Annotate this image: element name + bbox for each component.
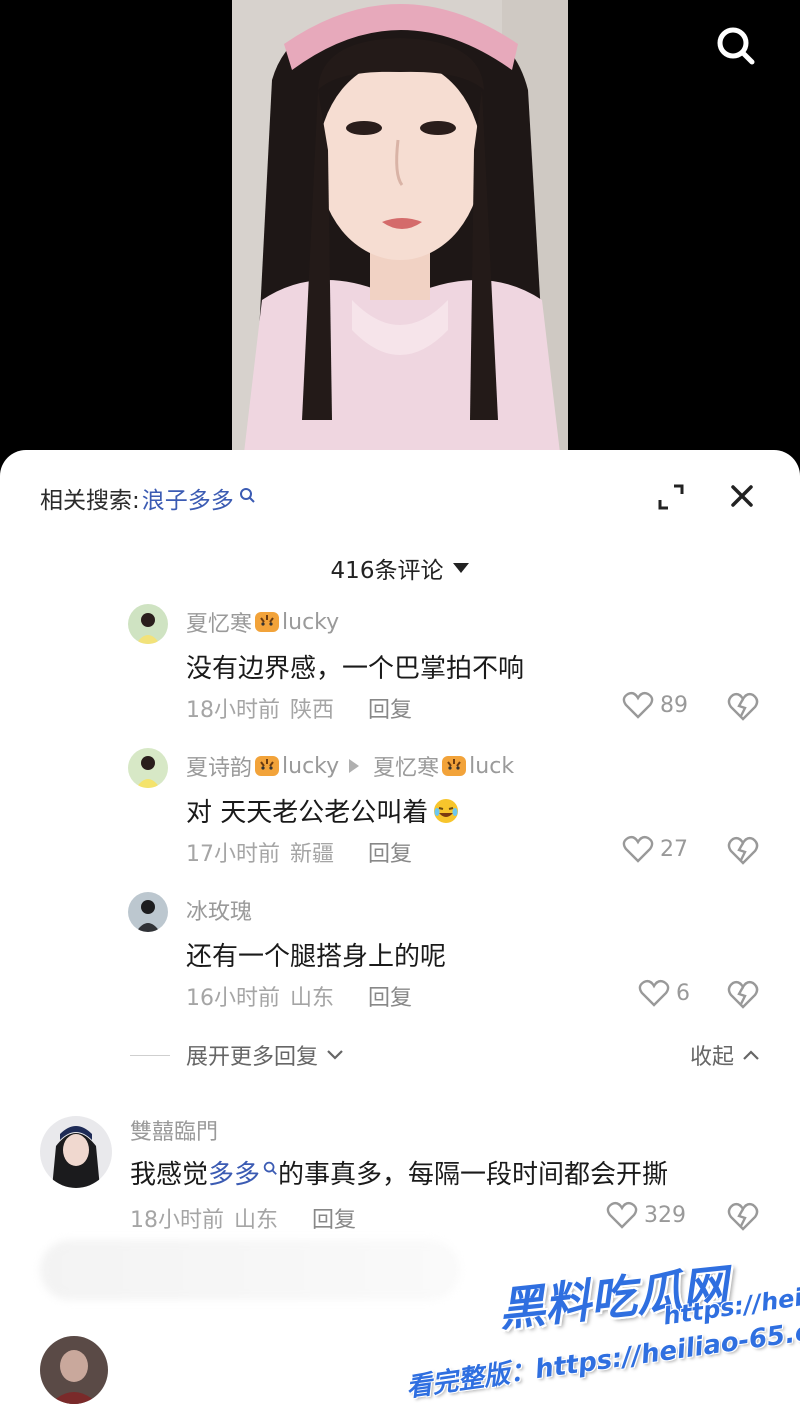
reply-username[interactable]: 冰玫瑰 <box>186 894 252 926</box>
like-button[interactable]: 329 <box>606 1200 686 1230</box>
reply-time: 18小时前 <box>186 698 280 723</box>
comment-username[interactable]: 雙囍臨門 <box>130 1114 218 1146</box>
comment-keyword-link[interactable]: 多多 <box>208 1154 278 1191</box>
dislike-button[interactable] <box>726 834 760 866</box>
reply-username[interactable]: 夏忆寒 lucky <box>186 606 339 638</box>
reply-button[interactable]: 回复 <box>368 692 412 724</box>
chevron-up-icon <box>743 1050 759 1060</box>
reply-button[interactable]: 回复 <box>312 1202 356 1234</box>
comment-sheet: 相关搜索: 浪子多多 416条评论 夏忆寒 lucky 没有边界感，一个巴掌拍不… <box>0 450 800 1426</box>
heart-icon <box>606 1201 638 1229</box>
like-button[interactable]: 27 <box>622 834 688 864</box>
reply-button[interactable]: 回复 <box>368 836 412 868</box>
reply-time: 17小时前 <box>186 842 280 867</box>
video-player[interactable] <box>0 0 800 470</box>
expand-icon <box>658 484 684 510</box>
close-icon <box>731 485 753 507</box>
heart-icon <box>638 979 670 1007</box>
reply-to-username[interactable]: 夏忆寒 <box>373 750 439 782</box>
avatar[interactable] <box>128 604 168 644</box>
like-count: 89 <box>660 692 688 718</box>
video-frame[interactable] <box>232 0 568 470</box>
keyword-search-icon <box>263 1161 277 1175</box>
heart-icon <box>622 835 654 863</box>
avatar[interactable] <box>40 1336 108 1404</box>
dislike-button[interactable] <box>726 690 760 722</box>
reply-location: 新疆 <box>290 842 335 867</box>
reply-meta: 16小时前 山东 回复 <box>186 980 412 1012</box>
tiger-badge-icon <box>254 610 280 634</box>
search-icon <box>717 27 755 65</box>
avatar[interactable] <box>128 892 168 932</box>
reply-location: 陕西 <box>290 698 335 723</box>
tiger-badge-icon <box>254 754 280 778</box>
related-search: 相关搜索: 浪子多多 <box>40 480 256 516</box>
divider <box>130 1054 170 1056</box>
comment-time: 18小时前 <box>130 1208 224 1233</box>
chevron-down-icon <box>327 1050 343 1060</box>
like-count: 27 <box>660 836 688 862</box>
reply-text: 对 天天老公老公叫着 <box>186 792 460 829</box>
broken-heart-icon <box>727 836 759 865</box>
comment-count: 416条评论 <box>330 558 444 584</box>
keyword-search-icon <box>239 488 255 503</box>
close-button[interactable] <box>722 476 762 516</box>
reply-text: 没有边界感，一个巴掌拍不响 <box>186 654 525 684</box>
avatar[interactable] <box>128 748 168 788</box>
broken-heart-icon <box>727 980 759 1009</box>
heart-icon <box>622 691 654 719</box>
related-search-keyword[interactable]: 浪子多多 <box>142 481 234 515</box>
broken-heart-icon <box>727 692 759 721</box>
broken-heart-icon <box>727 1202 759 1231</box>
dislike-button[interactable] <box>726 978 760 1010</box>
reply-username[interactable]: 夏诗韵 lucky 夏忆寒 luck <box>186 750 514 782</box>
reply-to-arrow-icon <box>349 759 360 773</box>
collapse-replies-button[interactable]: 收起 <box>690 1039 760 1071</box>
comment-location: 山东 <box>234 1208 279 1233</box>
video-portrait-image <box>232 0 568 470</box>
tiger-badge-icon <box>441 754 467 778</box>
like-button[interactable]: 89 <box>622 690 688 720</box>
comment-text: 我感觉 多多 的事真多，每隔一段时间都会开撕 <box>130 1154 668 1191</box>
search-button[interactable] <box>712 22 758 68</box>
comment-count-sort[interactable]: 416条评论 <box>0 548 800 588</box>
dropdown-caret-icon <box>453 563 470 573</box>
reply-location: 山东 <box>290 986 335 1011</box>
blurred-content <box>40 1240 460 1300</box>
expand-button[interactable] <box>652 478 690 516</box>
avatar[interactable] <box>40 1116 112 1188</box>
comment-meta: 18小时前 山东 回复 <box>130 1202 356 1234</box>
expand-more-replies-button[interactable]: 展开更多回复 <box>186 1039 344 1071</box>
reply-meta: 18小时前 陕西 回复 <box>186 692 412 724</box>
reply-expand-row: 展开更多回复 收起 <box>130 1038 770 1072</box>
reply-text: 还有一个腿搭身上的呢 <box>186 942 447 972</box>
reply-meta: 17小时前 新疆 回复 <box>186 836 412 868</box>
reply-time: 16小时前 <box>186 986 280 1011</box>
like-count: 6 <box>676 980 690 1006</box>
reply-button[interactable]: 回复 <box>368 980 412 1012</box>
dislike-button[interactable] <box>726 1200 760 1232</box>
like-button[interactable]: 6 <box>638 978 690 1008</box>
related-search-label: 相关搜索: <box>40 488 140 514</box>
like-count: 329 <box>644 1202 686 1228</box>
laughing-emoji-icon <box>434 798 459 823</box>
